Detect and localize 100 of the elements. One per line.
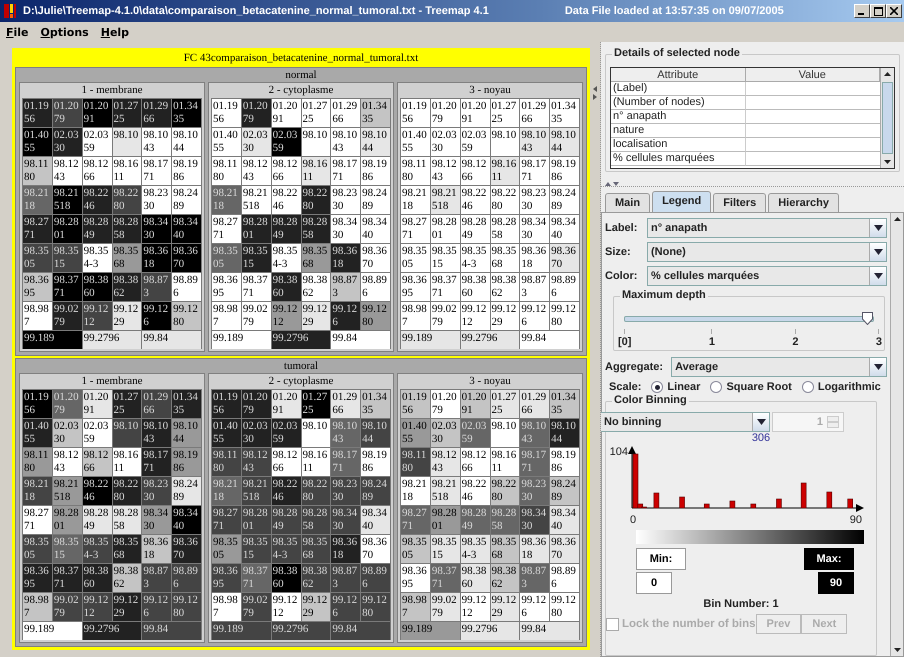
treemap-cell[interactable]: 98.36 18 [520, 244, 550, 272]
treemap-cell[interactable]: 01.20 79 [430, 390, 460, 418]
treemap-cell[interactable]: 98.37 71 [430, 564, 460, 592]
treemap-cell[interactable]: 98.24 89 [550, 186, 579, 214]
treemap-cell[interactable]: 98.22 46 [82, 186, 112, 214]
treemap-cell[interactable]: 99.12 6 [331, 302, 360, 330]
dropdown[interactable]: % cellules marquées [647, 266, 887, 286]
treemap-cell[interactable]: 02.03 59 [272, 128, 300, 156]
treemap-cell[interactable]: 98.36 18 [520, 535, 550, 563]
treemap-cell[interactable]: 98.10 44 [172, 419, 201, 447]
treemap-cell[interactable]: 99.2796 [82, 622, 142, 640]
maximize-button[interactable] [870, 4, 886, 18]
treemap-cell[interactable]: 98.22 46 [82, 477, 112, 505]
treemap-cell[interactable]: 98.36 70 [550, 244, 579, 272]
tab[interactable]: Hierarchy [768, 193, 839, 212]
menu-item[interactable]: Options [40, 26, 89, 38]
treemap-cell[interactable]: 98.10 43 [331, 419, 360, 447]
treemap-cell[interactable]: 01.40 55 [401, 419, 430, 447]
treemap-cell[interactable]: 98.28 58 [490, 215, 520, 243]
treemap-cell[interactable]: 98.10 43 [142, 128, 172, 156]
treemap-cell[interactable]: 98.10 43 [520, 419, 550, 447]
treemap-cell[interactable]: 98.22 46 [460, 186, 490, 214]
treemap-cell[interactable]: 98.36 70 [172, 244, 201, 272]
treemap-cell[interactable]: 98.36 18 [331, 535, 360, 563]
treemap-cell[interactable]: 01.20 91 [460, 99, 490, 127]
treemap-cell[interactable]: 99.2796 [82, 331, 142, 349]
treemap-cell[interactable]: 98.98 7 [401, 593, 430, 621]
treemap-cell[interactable]: 98.12 66 [460, 157, 490, 185]
treemap-cell[interactable]: 99.12 80 [361, 593, 390, 621]
treemap-cell[interactable]: 98.28 58 [112, 215, 142, 243]
treemap-cell[interactable]: 98.24 89 [172, 477, 201, 505]
treemap-cell[interactable]: 02.03 30 [52, 128, 82, 156]
treemap-cell[interactable]: 98.87 3 [331, 273, 360, 301]
treemap-cell[interactable]: 02.03 30 [242, 128, 271, 156]
treemap-cell[interactable]: 98.23 30 [520, 477, 550, 505]
treemap-cell[interactable]: 02.03 59 [272, 419, 300, 447]
treemap-cell[interactable]: 99.12 29 [302, 593, 330, 621]
treemap-cell[interactable]: 02.03 59 [460, 419, 490, 447]
treemap-cell[interactable]: 98.21 518 [242, 477, 271, 505]
treemap-cell[interactable]: 98.37 71 [242, 564, 271, 592]
tab[interactable]: Main [605, 193, 650, 212]
treemap-cell[interactable]: 98.35 05 [212, 535, 241, 563]
treemap-cell[interactable]: 01.40 55 [212, 419, 241, 447]
treemap-cell[interactable]: 98.17 71 [331, 448, 360, 476]
treemap-cell[interactable]: 01.34 35 [172, 99, 201, 127]
scrollbar[interactable] [890, 213, 903, 656]
treemap-cell[interactable]: 98.12 43 [430, 157, 460, 185]
treemap-cell[interactable]: 99.12 29 [112, 593, 142, 621]
treemap-cell[interactable]: 01.27 25 [490, 390, 520, 418]
treemap-cell[interactable]: 01.20 79 [242, 99, 271, 127]
treemap-cell[interactable]: 98.87 3 [520, 564, 550, 592]
treemap-cell[interactable]: 98.35 15 [430, 535, 460, 563]
treemap-cell[interactable]: 98.21 18 [23, 186, 52, 214]
treemap-cell[interactable]: 98.89 6 [172, 564, 201, 592]
treemap-cell[interactable]: 98.35 68 [112, 244, 142, 272]
treemap-cell[interactable]: 02.03 59 [82, 128, 112, 156]
treemap-cell[interactable]: 99.2796 [460, 331, 520, 349]
treemap-cell[interactable]: 99.12 6 [520, 302, 550, 330]
treemap-cell[interactable]: 98.35 4-3 [460, 244, 490, 272]
treemap-cell[interactable]: 99.12 6 [142, 302, 172, 330]
treemap-cell[interactable]: 98.11 80 [23, 157, 52, 185]
treemap-cell[interactable]: 01.40 55 [23, 128, 52, 156]
treemap-cell[interactable]: 01.20 91 [272, 390, 300, 418]
treemap-cell[interactable]: 98.27 71 [23, 506, 52, 534]
treemap-cell[interactable]: 98.12 43 [242, 157, 271, 185]
treemap-cell[interactable]: 98.28 49 [460, 506, 490, 534]
treemap-cell[interactable]: 98.28 58 [112, 506, 142, 534]
treemap-cell[interactable]: 98.34 40 [550, 215, 579, 243]
treemap-cell[interactable]: 99.02 79 [52, 593, 82, 621]
treemap-cell[interactable]: 98.87 3 [520, 273, 550, 301]
treemap-cell[interactable]: 98.19 86 [361, 157, 390, 185]
treemap-cell[interactable]: 99.84 [142, 622, 201, 640]
treemap-cell[interactable]: 98.28 58 [490, 506, 520, 534]
treemap-cell[interactable]: 98.16 11 [112, 448, 142, 476]
treemap-cell[interactable]: 98.22 80 [490, 477, 520, 505]
treemap-cell[interactable]: 98.89 6 [550, 273, 579, 301]
treemap-cell[interactable]: 99.12 80 [550, 593, 579, 621]
treemap-cell[interactable]: 01.20 79 [242, 390, 271, 418]
treemap-cell[interactable]: 98.16 11 [112, 157, 142, 185]
treemap-cell[interactable]: 98.98 7 [212, 593, 241, 621]
treemap-cell[interactable]: 98.38 62 [490, 273, 520, 301]
treemap-cell[interactable]: 98.36 95 [401, 273, 430, 301]
treemap-cell[interactable]: 98.22 80 [490, 186, 520, 214]
treemap-cell[interactable]: 98.28 01 [52, 506, 82, 534]
treemap-cell[interactable]: 98.21 18 [212, 477, 241, 505]
treemap-cell[interactable]: 01.20 91 [82, 99, 112, 127]
treemap-cell[interactable]: 01.34 35 [172, 390, 201, 418]
treemap-cell[interactable]: 98.38 60 [460, 564, 490, 592]
tab[interactable]: Legend [652, 191, 712, 212]
radio-button[interactable]: Linear [651, 381, 700, 393]
treemap-cell[interactable]: 98.27 71 [401, 506, 430, 534]
treemap-cell[interactable]: 98.35 68 [302, 535, 330, 563]
treemap-cell[interactable]: 98.16 11 [490, 448, 520, 476]
treemap-cell[interactable]: 02.03 59 [82, 419, 112, 447]
treemap-cell[interactable]: 98.12 43 [52, 448, 82, 476]
treemap-cell[interactable]: 99.84 [142, 331, 201, 349]
treemap-cell[interactable]: 98.37 71 [52, 273, 82, 301]
treemap-cell[interactable]: 98.10 [112, 419, 142, 447]
treemap-cell[interactable]: 99.12 12 [272, 593, 300, 621]
treemap-cell[interactable]: 01.27 25 [302, 390, 330, 418]
